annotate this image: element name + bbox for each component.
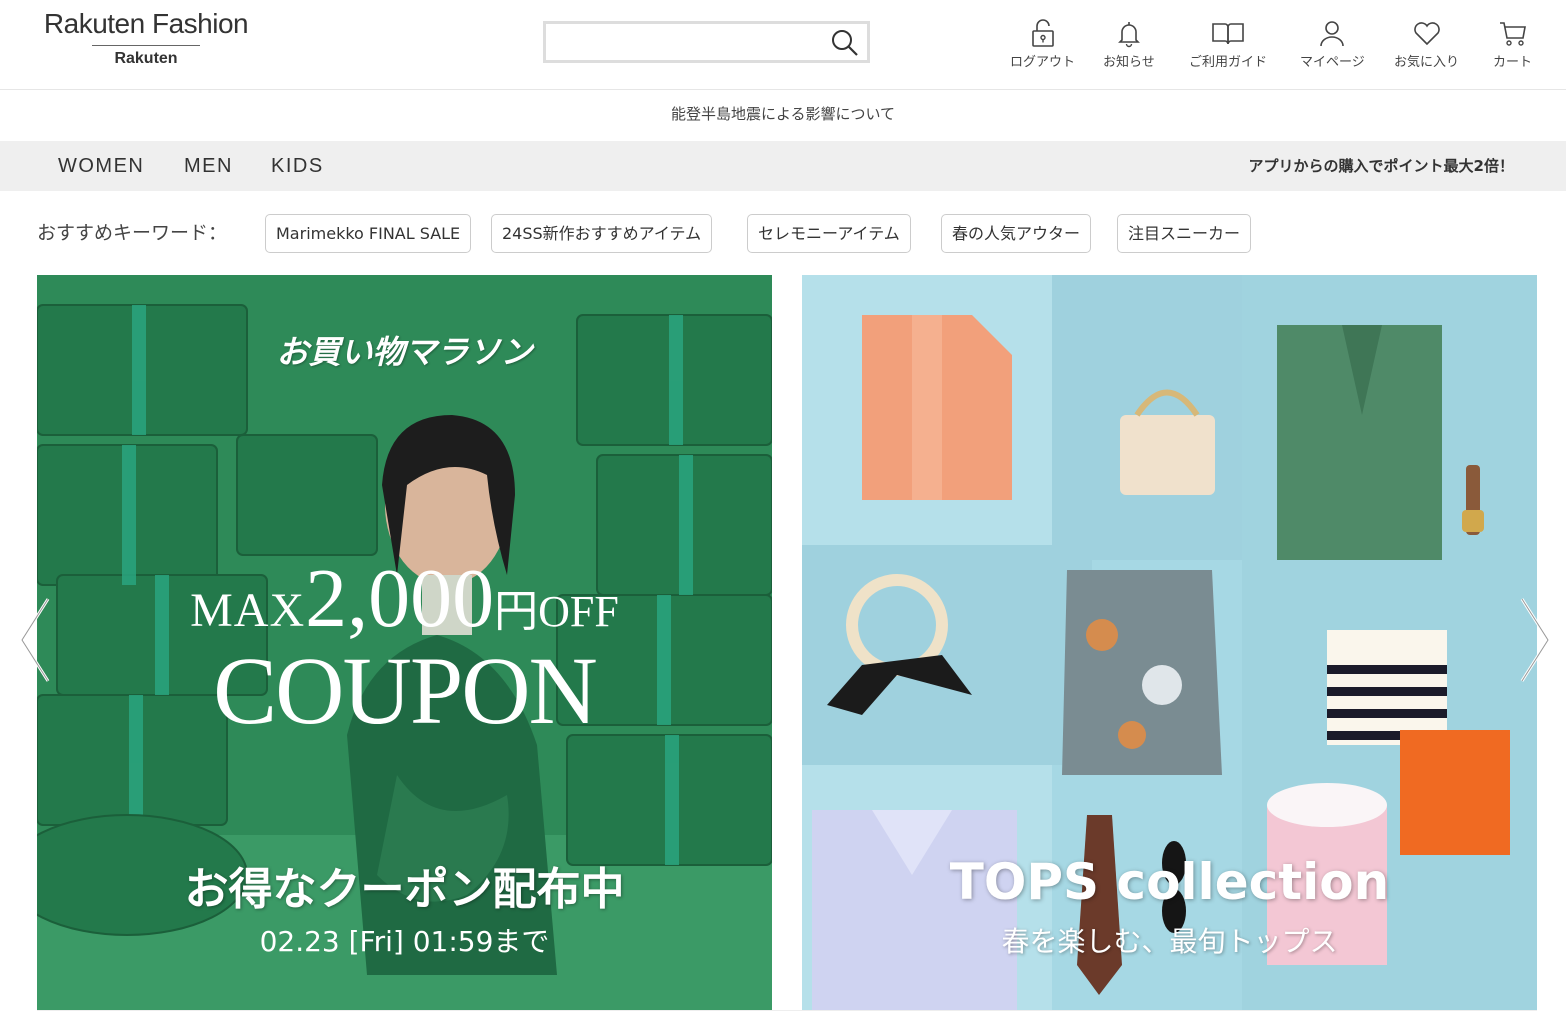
category-kids[interactable]: KIDS: [271, 141, 324, 191]
guide-label: ご利用ガイド: [1189, 55, 1268, 70]
logo-sub-text: Rakuten: [114, 50, 178, 67]
coupon-word: COUPON: [213, 637, 598, 744]
discount-amount: 2,000: [305, 552, 495, 645]
keyword-chip[interactable]: 春の人気アウター: [941, 214, 1092, 253]
search-box: [543, 21, 870, 63]
logout-label: ログアウト: [1010, 55, 1076, 70]
mypage-label: マイページ: [1300, 55, 1365, 70]
discount-suffix: 円OFF: [494, 587, 619, 636]
coupon-subtitle: お得なクーポン配布中: [184, 864, 625, 915]
cart-label: カート: [1493, 55, 1533, 70]
keywords-label: おすすめキーワード：: [37, 222, 228, 244]
heart-icon: [1413, 22, 1440, 46]
coupon-banner[interactable]: お買い物マラソン MAX2,000円OFF COUPON お得なクーポン配布中 …: [37, 275, 772, 1010]
category-men[interactable]: MEN: [184, 141, 233, 191]
logo-divider: [92, 45, 200, 46]
mypage-button[interactable]: マイページ: [1300, 18, 1365, 70]
search-input[interactable]: [546, 24, 816, 60]
chevron-right-icon: [1520, 598, 1550, 682]
cart-button[interactable]: カート: [1493, 18, 1532, 70]
marathon-heading: お買い物マラソン: [276, 333, 533, 371]
category-women[interactable]: WOMEN: [58, 141, 144, 191]
search-icon: [832, 30, 858, 56]
cart-icon: [1499, 22, 1526, 46]
app-promo-link[interactable]: アプリからの購入でポイント最大2倍！: [1249, 141, 1514, 191]
favorites-label: お気に入り: [1394, 55, 1460, 70]
notifications-label: お知らせ: [1103, 55, 1155, 70]
chevron-left-icon: [20, 598, 50, 682]
carousel-next-button[interactable]: [1518, 595, 1552, 685]
bell-icon: [1117, 22, 1140, 48]
rakuten-fashion-logo[interactable]: Rakuten Fashion Rakuten: [36, 8, 256, 68]
tops-title: TOPS collection: [949, 853, 1390, 911]
favorites-button[interactable]: お気に入り: [1394, 18, 1459, 70]
coupon-deadline: 02.23 [Fri] 01:59まで: [259, 925, 550, 958]
category-nav: WOMEN MEN KIDS アプリからの購入でポイント最大2倍！: [0, 141, 1566, 191]
earthquake-notice-link[interactable]: 能登半島地震による影響について: [0, 91, 1566, 140]
keyword-chip[interactable]: セレモニーアイテム: [747, 214, 911, 253]
book-icon: [1212, 23, 1244, 45]
logout-button[interactable]: ログアウト: [1010, 18, 1075, 70]
banner-footer-divider: [37, 1010, 1537, 1018]
keyword-chip[interactable]: 24SS新作おすすめアイテム: [491, 214, 713, 253]
site-header: Rakuten Fashion Rakuten ログアウト お知らせ ご利用ガイ…: [0, 0, 1566, 90]
notifications-button[interactable]: お知らせ: [1103, 18, 1155, 70]
tops-collection-banner[interactable]: TOPS collection 春を楽しむ、最旬トップス: [802, 275, 1537, 1010]
max-discount-line: MAX2,000円OFF: [37, 550, 772, 647]
carousel-prev-button[interactable]: [18, 595, 52, 685]
search-button[interactable]: [829, 27, 861, 59]
keyword-chip[interactable]: 注目スニーカー: [1117, 214, 1252, 253]
tops-subtitle: 春を楽しむ、最旬トップス: [1001, 925, 1338, 958]
lock-icon: [1031, 19, 1054, 47]
user-icon: [1320, 21, 1345, 47]
max-prefix: MAX: [190, 584, 306, 637]
logo-main-text: Rakuten Fashion: [43, 8, 249, 39]
guide-button[interactable]: ご利用ガイド: [1189, 18, 1267, 70]
keyword-chip[interactable]: Marimekko FINAL SALE: [265, 214, 472, 253]
